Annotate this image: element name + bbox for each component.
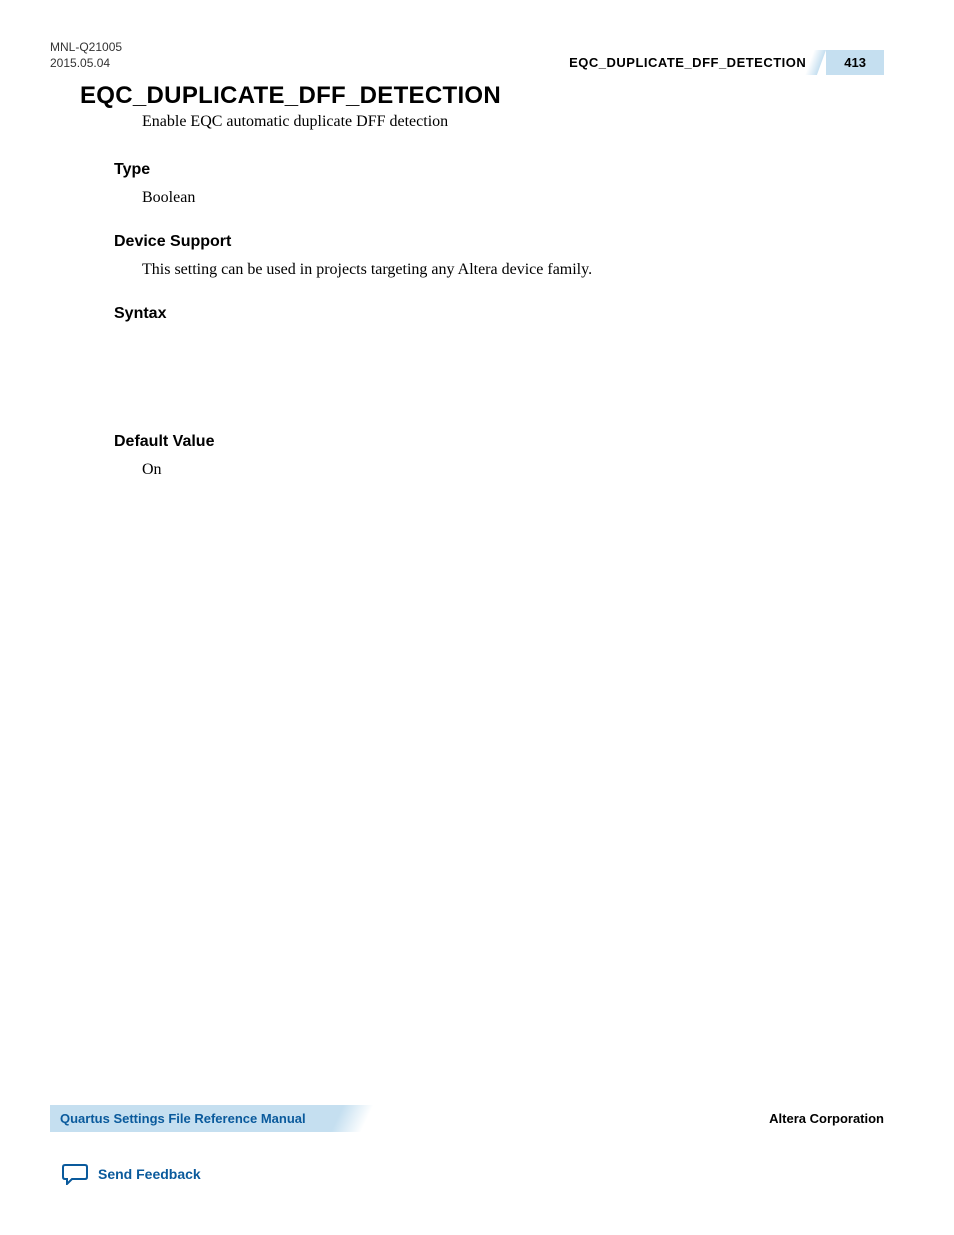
doc-date: 2015.05.04 <box>50 56 122 72</box>
default-value-body: On <box>142 461 874 479</box>
feedback-label: Send Feedback <box>98 1166 201 1182</box>
manual-title[interactable]: Quartus Settings File Reference Manual <box>50 1105 346 1132</box>
speech-bubble-icon <box>62 1163 88 1185</box>
header-right: EQC_DUPLICATE_DFF_DETECTION 413 <box>569 50 884 75</box>
default-value-heading: Default Value <box>114 433 874 451</box>
description-text: Enable EQC automatic duplicate DFF detec… <box>142 113 874 131</box>
running-title: EQC_DUPLICATE_DFF_DETECTION <box>569 55 806 70</box>
device-support-body: This setting can be used in projects tar… <box>142 261 874 279</box>
section-default-value: Default Value On <box>142 433 874 479</box>
section-type: Type Boolean <box>142 161 874 207</box>
send-feedback-link[interactable]: Send Feedback <box>62 1163 201 1185</box>
page-number: 413 <box>826 50 884 75</box>
page-title: EQC_DUPLICATE_DFF_DETECTION <box>80 82 501 110</box>
type-body: Boolean <box>142 189 874 207</box>
syntax-heading: Syntax <box>114 305 874 323</box>
footer-bar: Quartus Settings File Reference Manual A… <box>50 1105 884 1132</box>
type-heading: Type <box>114 161 874 179</box>
section-device-support: Device Support This setting can be used … <box>142 233 874 279</box>
section-syntax: Syntax <box>142 305 874 323</box>
content-area: Enable EQC automatic duplicate DFF detec… <box>142 113 874 505</box>
company-name: Altera Corporation <box>769 1111 884 1126</box>
device-support-heading: Device Support <box>114 233 874 251</box>
doc-id: MNL-Q21005 <box>50 40 122 56</box>
header-meta: MNL-Q21005 2015.05.04 <box>50 40 122 71</box>
